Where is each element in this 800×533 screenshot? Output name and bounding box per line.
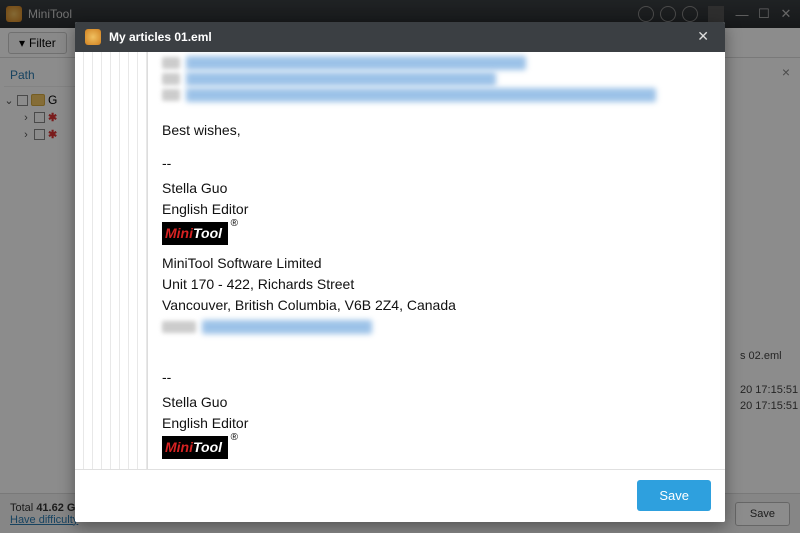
- sig-address-1: Unit 170 - 422, Richards Street: [162, 274, 711, 295]
- sig-separator: --: [162, 367, 711, 388]
- minitool-logo: MiniTool ®: [162, 222, 228, 245]
- email-closing: Best wishes,: [162, 120, 711, 141]
- sig-role: English Editor: [162, 413, 711, 434]
- modal-footer: Save: [75, 470, 725, 522]
- sig-company: MiniTool Software Limited: [162, 253, 711, 274]
- sig-role: English Editor: [162, 199, 711, 220]
- blurred-link: [162, 56, 711, 70]
- email-content: Best wishes, -- Stella Guo English Edito…: [148, 52, 725, 470]
- modal-body[interactable]: Best wishes, -- Stella Guo English Edito…: [75, 52, 725, 470]
- modal-save-button[interactable]: Save: [637, 480, 711, 511]
- sig-name: Stella Guo: [162, 178, 711, 199]
- modal-icon: [85, 29, 101, 45]
- sig-separator: --: [162, 153, 711, 174]
- modal-title: My articles 01.eml: [109, 30, 691, 44]
- preview-modal: My articles 01.eml ✕ Best wishes, -- Ste…: [75, 22, 725, 522]
- sig-email-row: [162, 316, 711, 337]
- modal-overlay: My articles 01.eml ✕ Best wishes, -- Ste…: [0, 0, 800, 533]
- blurred-link: [162, 72, 711, 86]
- blurred-link: [162, 88, 711, 102]
- modal-close-button[interactable]: ✕: [691, 26, 715, 47]
- sig-name: Stella Guo: [162, 392, 711, 413]
- sig-address-2: Vancouver, British Columbia, V6B 2Z4, Ca…: [162, 295, 711, 316]
- minitool-logo: MiniTool ®: [162, 436, 228, 459]
- modal-header: My articles 01.eml ✕: [75, 22, 725, 52]
- save-label: Save: [659, 488, 689, 503]
- email-gutter: [75, 52, 148, 470]
